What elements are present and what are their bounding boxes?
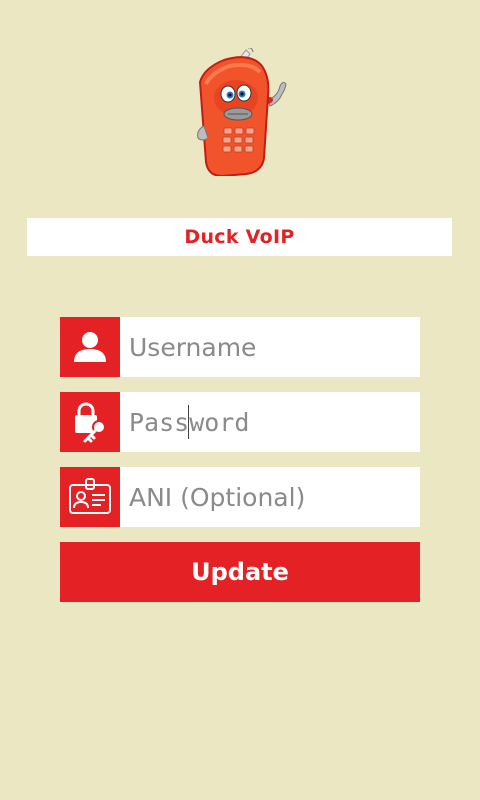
ani-input[interactable] — [120, 467, 419, 527]
user-icon — [60, 317, 120, 377]
brand-bar: Duck VoIP — [27, 218, 452, 256]
password-field[interactable] — [60, 392, 420, 452]
password-input[interactable] — [120, 392, 419, 452]
lock-key-icon — [60, 392, 120, 452]
app-title: Duck VoIP — [184, 226, 295, 248]
update-button[interactable]: Update — [60, 542, 420, 602]
text-caret — [188, 405, 189, 439]
mascot-logo — [197, 48, 287, 176]
username-field[interactable] — [60, 317, 420, 377]
username-input[interactable] — [120, 317, 419, 377]
ani-field[interactable] — [60, 467, 420, 527]
id-badge-icon — [60, 467, 120, 527]
